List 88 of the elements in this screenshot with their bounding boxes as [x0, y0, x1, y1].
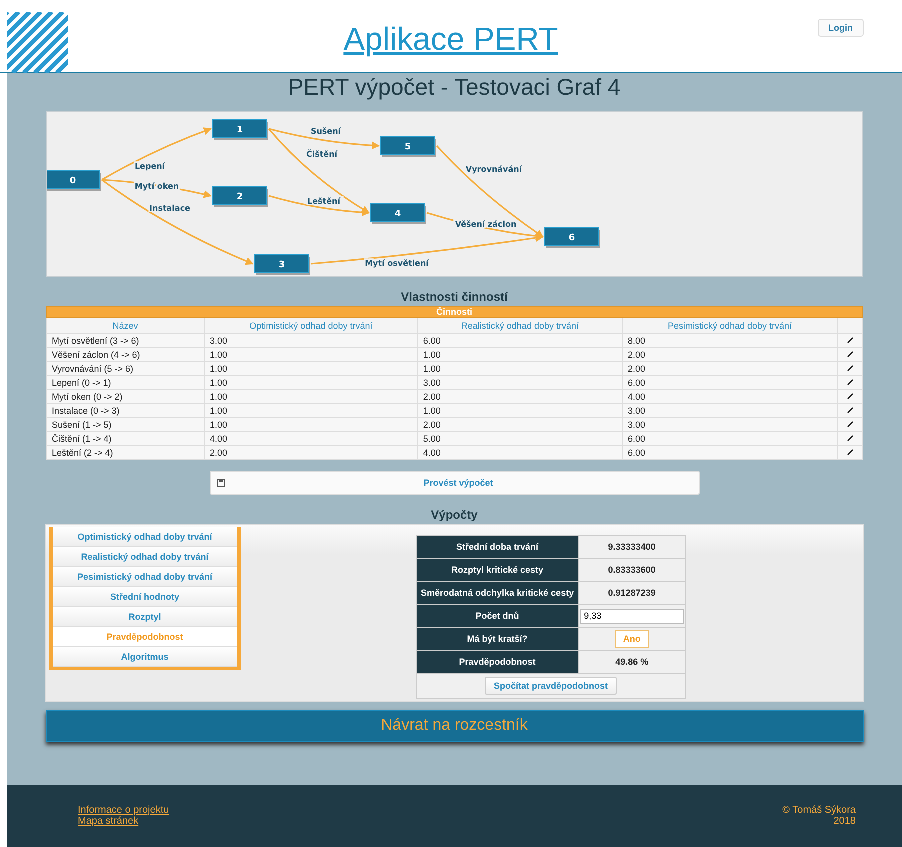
- edge-label: Mytí osvětlení: [365, 259, 429, 268]
- result-label: Pravděpodobnost: [416, 650, 579, 674]
- save-icon: [216, 479, 224, 487]
- table-cell: 8.00: [622, 334, 838, 348]
- table-cell: 5.00: [418, 432, 622, 446]
- copyright-text: © Tomáš Sýkora: [782, 805, 856, 816]
- edge-label: Lepení: [134, 162, 166, 171]
- result-label: Rozptyl kritické cesty: [416, 558, 579, 582]
- column-header: Název: [46, 318, 205, 334]
- table-cell: 1.00: [204, 404, 418, 418]
- result-label: Počet dnů: [416, 604, 579, 628]
- result-value: 49.86 %: [578, 650, 686, 674]
- result-label: Směrodatná odchylka kritické cesty: [416, 582, 579, 604]
- site-title[interactable]: Aplikace PERT: [344, 21, 558, 58]
- logo-icon: [7, 12, 68, 73]
- table-cell: 1.00: [418, 348, 622, 362]
- table-cell: 2.00: [418, 418, 622, 432]
- edge-label: Vyrovnávání: [466, 165, 522, 174]
- tab[interactable]: Rozptyl: [53, 607, 237, 627]
- column-header: Optimistický odhad doby trvání: [204, 318, 418, 334]
- table-cell: 2.00: [622, 362, 838, 376]
- footer-link[interactable]: Informace o projektu: [78, 805, 170, 816]
- login-button[interactable]: Login: [818, 19, 864, 37]
- result-label: Střední doba trvání: [416, 536, 579, 558]
- edge-label: Instalace: [150, 204, 190, 213]
- table-cell: Čištění (1 -> 4): [46, 432, 205, 446]
- table-cell: 1.00: [204, 362, 418, 376]
- graph-node[interactable]: 5: [380, 136, 436, 157]
- table-cell: Mytí oken (0 -> 2): [46, 390, 205, 404]
- graph-node[interactable]: 2: [212, 186, 268, 207]
- section-title: Vlastnosti činností: [401, 290, 508, 306]
- edge-label: Čištění: [306, 150, 338, 159]
- column-header: Pesimistický odhad doby trvání: [622, 318, 838, 334]
- table-cell: 1.00: [204, 418, 418, 432]
- table-cell: 3.00: [418, 376, 622, 390]
- tab[interactable]: Pesimistický odhad doby trvání: [53, 567, 237, 587]
- table-cell: 4.00: [622, 390, 838, 404]
- table-cell: 1.00: [204, 376, 418, 390]
- table-cell: 2.00: [622, 348, 838, 362]
- table-cell: 3.00: [204, 334, 418, 348]
- result-value: 0.83333600: [578, 558, 686, 582]
- edge-label: Sušení: [310, 127, 342, 136]
- graph-node[interactable]: 4: [370, 204, 426, 224]
- table-cell: 3.00: [622, 404, 838, 418]
- table-cell: 1.00: [204, 390, 418, 404]
- graph-node[interactable]: 0: [47, 170, 101, 191]
- table-cell: 1.00: [418, 404, 622, 418]
- table-cell: 6.00: [622, 376, 838, 390]
- table-cell: Lepení (0 -> 1): [46, 376, 205, 390]
- column-header: Realistický odhad doby trvání: [418, 318, 622, 334]
- tab[interactable]: Optimistický odhad doby trvání: [53, 527, 237, 547]
- table-cell: 2.00: [418, 390, 622, 404]
- table-cell: Sušení (1 -> 5): [46, 418, 205, 432]
- page-subtitle: PERT výpočet - Testovaci Graf 4: [288, 74, 621, 102]
- table-cell: 6.00: [622, 432, 838, 446]
- table-cell: Mytí osvětlení (3 -> 6): [46, 334, 205, 348]
- tab[interactable]: Pravděpodobnost: [53, 627, 237, 647]
- table-cell: 1.00: [418, 362, 622, 376]
- table-cell: Instalace (0 -> 3): [46, 404, 205, 418]
- table-cell: Vyrovnávání (5 -> 6): [46, 362, 205, 376]
- table-cell: 6.00: [418, 334, 622, 348]
- table-cell: 3.00: [622, 418, 838, 432]
- table-cell: Leštění (2 -> 4): [46, 446, 205, 460]
- table-cell: 4.00: [418, 446, 622, 460]
- result-value: 0.91287239: [578, 582, 686, 604]
- table-cell: 6.00: [622, 446, 838, 460]
- footer-link[interactable]: Mapa stránek: [78, 816, 170, 827]
- edge-label: Leštění: [308, 197, 340, 206]
- table-cell: 1.00: [204, 348, 418, 362]
- table-cell: Věšení záclon (4 -> 6): [46, 348, 205, 362]
- result-value: 9.33333400: [578, 536, 686, 558]
- toggle-button[interactable]: Ano: [615, 630, 649, 648]
- tab[interactable]: Střední hodnoty: [53, 587, 237, 607]
- table-cell: 2.00: [204, 446, 418, 460]
- graph-node[interactable]: 6: [544, 228, 600, 248]
- graph-node[interactable]: 1: [212, 120, 268, 140]
- section-title: Výpočty: [431, 508, 478, 524]
- compute-button[interactable]: Provést výpočet: [210, 471, 700, 495]
- calculate-button[interactable]: Spočítat pravděpodobnost: [485, 677, 618, 695]
- graph-node[interactable]: 3: [254, 254, 310, 275]
- tab[interactable]: Realistický odhad doby trvání: [53, 547, 237, 567]
- result-label: Má být kratší?: [416, 628, 579, 650]
- back-button[interactable]: Návrat na rozcestník: [46, 710, 864, 742]
- year-text: 2018: [832, 816, 856, 827]
- tab[interactable]: Algoritmus: [53, 647, 237, 667]
- table-caption: Činnosti: [46, 306, 862, 318]
- input-field[interactable]: 9,33: [580, 608, 684, 624]
- table-cell: 4.00: [204, 432, 418, 446]
